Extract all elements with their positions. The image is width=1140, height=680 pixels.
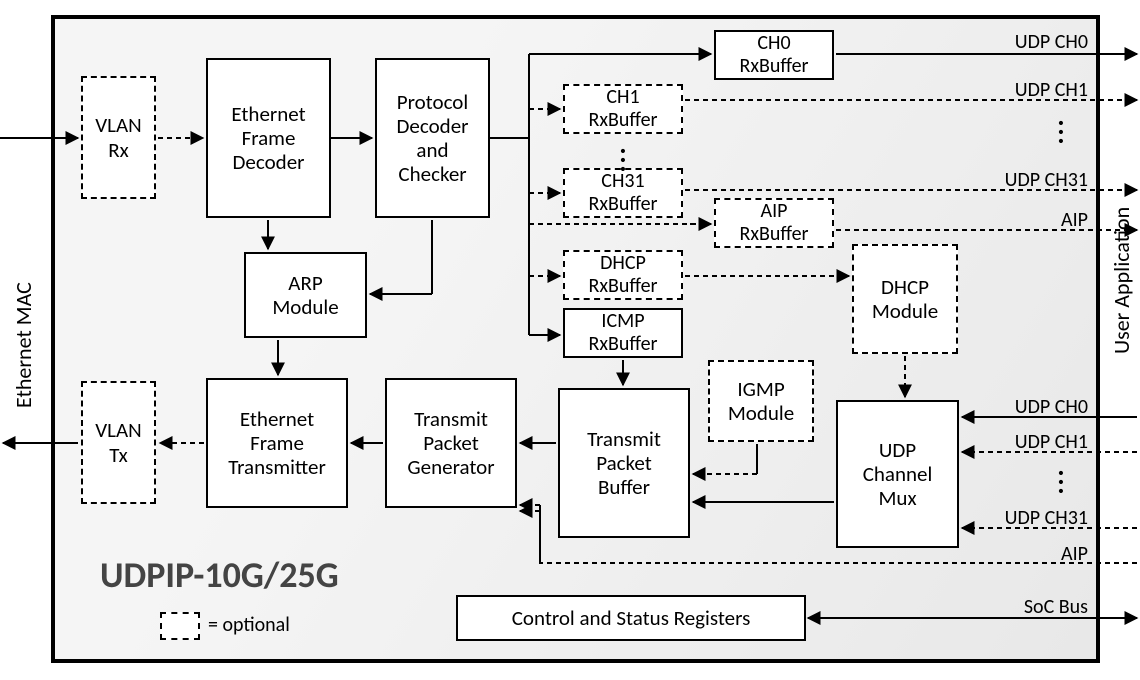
vdots-icon: ··· <box>1058 118 1064 144</box>
ethernet-frame-transmitter-block: Ethernet Frame Transmitter <box>206 378 348 508</box>
udp-ch31-tx-label: UDP CH31 <box>984 506 1088 530</box>
arp-module-block: ARP Module <box>244 252 367 338</box>
legend-swatch <box>160 612 200 640</box>
udp-channel-mux-block: UDP Channel Mux <box>836 400 959 548</box>
vdots-icon: ··· <box>1058 468 1064 494</box>
dhcp-module-block: DHCP Module <box>852 244 958 354</box>
protocol-decoder-checker-block: Protocol Decoder and Checker <box>375 58 490 218</box>
dhcp-rxbuffer-block: DHCP RxBuffer <box>563 250 683 300</box>
aip-rxbuffer-block: AIP RxBuffer <box>714 198 834 248</box>
aip-tx-label: AIP <box>1044 542 1088 566</box>
right-interface-label: User Application <box>1108 150 1135 410</box>
left-interface-label: Ethernet MAC <box>10 230 37 460</box>
transmit-packet-buffer-block: Transmit Packet Buffer <box>558 388 690 538</box>
udp-ch1-rx-label: UDP CH1 <box>993 78 1088 102</box>
csr-block: Control and Status Registers <box>456 595 806 641</box>
transmit-packet-generator-block: Transmit Packet Generator <box>385 378 517 508</box>
udp-ch0-tx-label: UDP CH0 <box>993 395 1088 419</box>
ch0-rxbuffer-block: CH0 RxBuffer <box>714 30 834 80</box>
igmp-module-block: IGMP Module <box>708 360 814 442</box>
soc-bus-label: SoC Bus <box>1004 595 1088 619</box>
udp-ch31-rx-label: UDP CH31 <box>984 168 1088 192</box>
vlan-rx-block: VLAN Rx <box>81 76 156 199</box>
diagram-title: UDPIP-10G/25G <box>100 553 339 597</box>
udp-ch0-rx-label: UDP CH0 <box>993 30 1088 54</box>
udp-ch1-tx-label: UDP CH1 <box>993 430 1088 454</box>
icmp-rxbuffer-block: ICMP RxBuffer <box>563 308 683 358</box>
aip-rx-label: AIP <box>1044 208 1088 232</box>
ch1-rxbuffer-block: CH1 RxBuffer <box>563 84 683 134</box>
vdots-icon: ··· <box>620 146 626 172</box>
ethernet-frame-decoder-block: Ethernet Frame Decoder <box>206 58 331 218</box>
legend-label: = optional <box>208 613 290 637</box>
vlan-tx-block: VLAN Tx <box>81 381 156 504</box>
